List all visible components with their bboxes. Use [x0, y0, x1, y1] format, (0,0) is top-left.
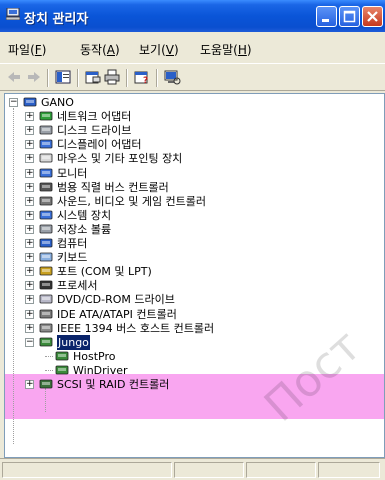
tree-guide — [45, 388, 46, 412]
node-label: DVD/CD-ROM 드라이브 — [57, 293, 175, 307]
scan-hardware-icon[interactable] — [163, 69, 181, 85]
status-pane — [318, 462, 380, 478]
expand-toggle[interactable]: + — [25, 295, 34, 305]
node-label: 네트워크 어댑터 — [57, 110, 132, 124]
node-label: 사운드, 비디오 및 게임 컨트롤러 — [57, 194, 207, 208]
computer-icon — [39, 237, 53, 249]
node-label: 시스템 장치 — [57, 208, 112, 222]
sound-icon — [39, 195, 53, 207]
node-label: WinDriver — [73, 363, 128, 377]
title-bar[interactable]: 장치 관리자 — [0, 0, 385, 32]
forward-arrow-icon[interactable] — [25, 69, 43, 85]
status-bar — [0, 458, 385, 480]
device-icon — [55, 364, 69, 376]
ide-controller-icon — [39, 308, 53, 320]
expand-toggle[interactable]: + — [25, 239, 34, 248]
keyboard-icon — [39, 251, 53, 263]
computer-icon — [23, 96, 37, 108]
node-label: 모니터 — [57, 166, 88, 180]
minimize-button[interactable] — [316, 6, 337, 27]
properties-icon[interactable] — [84, 69, 102, 85]
menu-view[interactable]: 보기(V) — [139, 41, 179, 58]
console-tree-icon[interactable] — [54, 69, 72, 85]
scsi-icon — [39, 378, 53, 390]
toolbar-separator — [77, 69, 79, 87]
help-icon[interactable]: ? — [133, 69, 151, 85]
jungo-icon — [39, 336, 53, 348]
node-label: GANO — [41, 96, 74, 109]
node-label: 저장소 볼륨 — [57, 222, 112, 236]
tree-guide — [13, 108, 14, 444]
expand-toggle[interactable]: + — [25, 267, 34, 277]
monitor-icon — [39, 167, 53, 179]
expand-toggle[interactable]: + — [25, 309, 34, 319]
tree-guide — [45, 369, 53, 371]
expand-toggle[interactable]: + — [25, 140, 34, 150]
usb-icon — [39, 181, 53, 193]
maximize-button[interactable] — [339, 6, 360, 27]
expand-toggle[interactable]: + — [25, 168, 34, 178]
status-pane — [246, 462, 316, 478]
expand-toggle[interactable]: − — [25, 337, 34, 347]
tree-guide — [45, 355, 53, 357]
toolbar-separator — [156, 69, 158, 87]
menu-bar: 파일(F) 동작(A) 보기(V) 도움말(H) — [0, 36, 385, 60]
node-label: 마우스 및 기타 포인팅 장치 — [57, 152, 183, 166]
expand-toggle[interactable]: + — [25, 112, 34, 122]
mouse-icon — [39, 152, 53, 164]
status-pane — [2, 462, 172, 478]
device-icon — [55, 350, 69, 362]
back-arrow-icon[interactable] — [5, 69, 23, 85]
node-label: IEEE 1394 버스 호스트 컨트롤러 — [57, 321, 215, 335]
menu-action[interactable]: 동작(A) — [80, 41, 120, 58]
node-label: SCSI 및 RAID 컨트롤러 — [57, 378, 170, 391]
toolbar: ? — [0, 63, 385, 91]
device-tree[interactable]: − GANO + 네트워크 어댑터 + 디스크 드라이브 + 디스플레이 어댑터 + 마우스 및 … — [4, 93, 385, 458]
expand-toggle[interactable]: − — [9, 98, 18, 107]
display-adapter-icon — [39, 138, 53, 150]
expand-toggle[interactable]: + — [25, 196, 34, 206]
window-title: 장치 관리자 — [24, 12, 89, 27]
menu-help[interactable]: 도움말(H) — [200, 41, 252, 58]
node-label: 프로세서 — [57, 279, 98, 293]
svg-text:?: ? — [143, 76, 148, 85]
node-label: 포트 (COM 및 LPT) — [57, 265, 152, 279]
disk-drive-icon — [39, 124, 53, 136]
status-pane — [174, 462, 244, 478]
expand-toggle[interactable]: + — [25, 154, 34, 164]
expand-toggle[interactable]: + — [25, 210, 34, 220]
system-device-icon — [39, 209, 53, 221]
port-icon — [39, 265, 53, 277]
network-adapter-icon — [39, 110, 53, 122]
maximize-icon — [343, 10, 356, 23]
node-label: 키보드 — [57, 251, 88, 265]
node-label: 컴퓨터 — [57, 237, 88, 250]
ieee1394-icon — [39, 322, 53, 334]
close-icon — [367, 11, 378, 22]
node-label: IDE ATA/ATAPI 컨트롤러 — [57, 307, 177, 321]
device-manager-icon — [6, 8, 20, 20]
expand-toggle[interactable]: + — [25, 224, 34, 234]
toolbar-separator — [126, 69, 128, 87]
expand-toggle[interactable]: + — [25, 380, 34, 389]
device-manager-window: 장치 관리자 파일(F) 동작(A) 보기(V) 도움말(H) ? − GANO… — [0, 0, 385, 480]
node-label: HostPro — [73, 349, 116, 363]
menu-file[interactable]: 파일(F) — [8, 41, 46, 58]
storage-volume-icon — [39, 223, 53, 235]
expand-toggle[interactable]: + — [25, 323, 34, 333]
node-label: 디스크 드라이브 — [57, 124, 132, 138]
cdrom-icon — [39, 293, 53, 305]
expand-toggle[interactable]: + — [25, 281, 34, 291]
processor-icon — [39, 279, 53, 291]
node-label: 범용 직렬 버스 컨트롤러 — [57, 180, 169, 194]
minimize-icon — [322, 19, 329, 22]
expand-toggle[interactable]: + — [25, 182, 34, 192]
print-icon[interactable] — [103, 69, 121, 85]
expand-toggle[interactable]: + — [25, 253, 34, 263]
expand-toggle[interactable]: + — [25, 126, 34, 136]
node-label: Jungo — [57, 334, 90, 350]
toolbar-separator — [47, 69, 49, 87]
node-label: 디스플레이 어댑터 — [57, 138, 142, 152]
close-button[interactable] — [362, 6, 383, 27]
